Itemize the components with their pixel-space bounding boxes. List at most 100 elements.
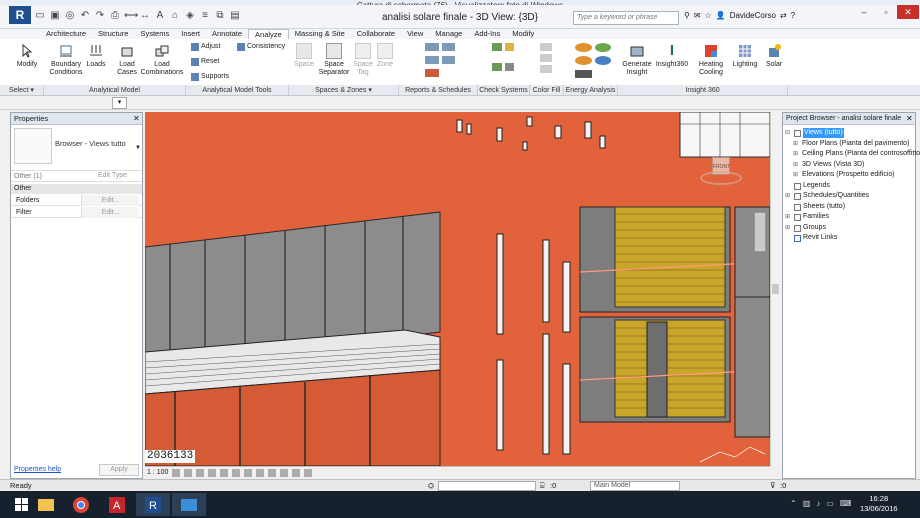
adjust-button[interactable]: Adjust — [191, 42, 220, 52]
binoculars-icon[interactable]: ⚲ — [684, 11, 690, 20]
close-button[interactable]: ✕ — [897, 5, 919, 19]
sync-icon[interactable]: ◎ — [64, 10, 76, 22]
viewcube[interactable]: FRONT — [700, 157, 742, 187]
tree-item-legends[interactable]: Legends — [785, 181, 830, 191]
tab-analyze[interactable]: Analyze — [248, 29, 289, 39]
tab-view[interactable]: View — [401, 29, 429, 39]
tab-modify[interactable]: Modify — [506, 29, 540, 39]
type-name[interactable]: Browser - Views tutto — [55, 139, 131, 148]
minimize-button[interactable]: – — [853, 5, 875, 19]
energy-model-icon[interactable] — [575, 69, 592, 78]
sun-path-icon[interactable] — [196, 469, 205, 477]
tree-item-families[interactable]: ⊞ Families — [785, 212, 829, 222]
search-input[interactable]: Type a keyword or phrase — [573, 11, 679, 25]
tree-item-revit-links[interactable]: Revit Links — [785, 233, 837, 243]
color-scheme-icon[interactable] — [540, 65, 552, 73]
run-energy-simulation-icon[interactable] — [575, 56, 592, 66]
taskbar-clock[interactable]: 16:28 13/06/2016 — [860, 494, 898, 514]
tab-insert[interactable]: Insert — [175, 29, 206, 39]
navigation-bar[interactable] — [754, 212, 766, 252]
volume-icon[interactable]: ♪ — [816, 499, 820, 508]
crop-view-icon[interactable] — [232, 469, 241, 477]
tab-add-ins[interactable]: Add-Ins — [468, 29, 506, 39]
tree-item-schedules[interactable]: ⊞ Schedules/Quantities — [785, 191, 869, 201]
energy-settings-icon[interactable] — [575, 43, 592, 52]
tree-item-sheets[interactable]: Sheets (tutto) — [785, 202, 845, 212]
material-takeoff-icon[interactable] — [425, 56, 439, 64]
3d-view-icon[interactable]: ⌂ — [169, 10, 181, 22]
tree-item-floor-plans[interactable]: ⊞ Floor Plans (Pianta del pavimento) — [793, 139, 909, 149]
panel-spaces-zones[interactable]: Spaces & Zones ▾ — [289, 85, 399, 95]
insight360-button[interactable]: I Insight360 — [655, 43, 689, 69]
expand-icon[interactable]: ⊞ — [793, 139, 800, 149]
3d-viewport[interactable]: FRONT — [145, 112, 770, 466]
type-selector-dropdown[interactable]: ▾ — [112, 97, 127, 109]
undo-icon[interactable]: ↶ — [79, 10, 91, 22]
expand-icon[interactable]: ⊞ — [793, 160, 800, 170]
modify-button[interactable]: Modify — [12, 43, 42, 69]
properties-help-link[interactable]: Properties help — [14, 466, 61, 473]
tray-expand-icon[interactable]: ⌃ — [790, 499, 797, 508]
tab-systems[interactable]: Systems — [134, 29, 175, 39]
reveal-hidden-icon[interactable] — [280, 469, 289, 477]
user-name[interactable]: DavideCorso — [730, 11, 776, 20]
switch-windows-icon[interactable]: ▤ — [229, 10, 241, 22]
reset-button[interactable]: Reset — [191, 57, 219, 67]
favorites-icon[interactable]: ☆ — [705, 11, 712, 20]
filter-edit-button[interactable]: Edit... — [81, 207, 139, 218]
analytical-model-icon[interactable] — [292, 469, 301, 477]
expand-icon[interactable]: ⊞ — [793, 149, 800, 159]
detail-level-icon[interactable] — [172, 469, 181, 477]
autocad-icon[interactable]: A — [100, 493, 134, 516]
tab-annotate[interactable]: Annotate — [206, 29, 248, 39]
communication-icon[interactable]: ✉ — [694, 11, 701, 20]
dimension-icon[interactable]: ↔ — [139, 10, 151, 22]
lighting-button[interactable]: Lighting — [730, 43, 760, 69]
thin-lines-icon[interactable]: ≡ — [199, 10, 211, 22]
space-button[interactable]: Space — [292, 43, 316, 69]
close-hidden-icon[interactable]: ⧉ — [214, 10, 226, 22]
supports-button[interactable]: Supports — [191, 72, 229, 82]
tab-manage[interactable]: Manage — [429, 29, 468, 39]
show-disconnects-icon[interactable] — [504, 62, 514, 71]
chevron-down-icon[interactable]: ▼ — [135, 145, 141, 151]
maximize-button[interactable]: ▫ — [875, 5, 897, 19]
file-explorer-icon[interactable] — [29, 493, 63, 516]
expand-icon[interactable]: ⊞ — [793, 170, 800, 180]
help-button[interactable]: ? — [791, 11, 795, 20]
expand-icon[interactable]: ⊞ — [785, 191, 792, 201]
tab-collaborate[interactable]: Collaborate — [351, 29, 401, 39]
space-tag-button[interactable]: Space Tag — [351, 43, 375, 77]
redo-icon[interactable]: ↷ — [94, 10, 106, 22]
generate-insight-button[interactable]: Generate Insight — [620, 43, 654, 77]
highlight-displacement-icon[interactable] — [304, 469, 313, 477]
tab-structure[interactable]: Structure — [92, 29, 134, 39]
print-icon[interactable]: ⎙ — [109, 10, 121, 22]
visual-style-icon[interactable] — [184, 469, 193, 477]
create-energy-model-icon[interactable] — [594, 43, 611, 52]
keyboard-icon[interactable]: ⌨ — [840, 499, 852, 508]
application-menu-button[interactable]: R — [9, 6, 31, 24]
check-duct-icon[interactable] — [492, 43, 502, 51]
viewport-scrollbar[interactable] — [770, 112, 780, 466]
duct-legend-icon[interactable] — [540, 43, 552, 51]
collapse-icon[interactable]: ⊟ — [785, 128, 792, 138]
load-cases-button[interactable]: Load Cases — [113, 43, 141, 77]
tree-item-groups[interactable]: ⊞ Groups — [785, 223, 826, 233]
measure-icon[interactable]: ⟷ — [124, 10, 138, 22]
expand-icon[interactable]: ⊞ — [785, 212, 792, 222]
properties-close-icon[interactable]: ✕ — [133, 113, 142, 125]
heating-cooling-button[interactable]: Heating Cooling — [695, 43, 727, 77]
sheet-list-icon[interactable] — [441, 56, 455, 64]
edit-type-button[interactable]: Edit Type — [98, 170, 127, 181]
scroll-thumb[interactable] — [772, 284, 779, 294]
consistency-button[interactable]: Consistency — [237, 42, 285, 52]
tree-item-elevations[interactable]: ⊞ Elevations (Prospetto edificio) — [793, 170, 895, 180]
report-icon[interactable] — [425, 43, 439, 51]
solar-button[interactable]: Solar — [762, 43, 786, 69]
tree-item-views[interactable]: ⊟ Views (tutto) — [785, 128, 844, 138]
check-pipe-icon[interactable] — [504, 43, 514, 51]
active-workset-dropdown[interactable] — [438, 481, 536, 491]
boundary-conditions-button[interactable]: Boundary Conditions — [46, 43, 86, 77]
tab-architecture[interactable]: Architecture — [40, 29, 92, 39]
